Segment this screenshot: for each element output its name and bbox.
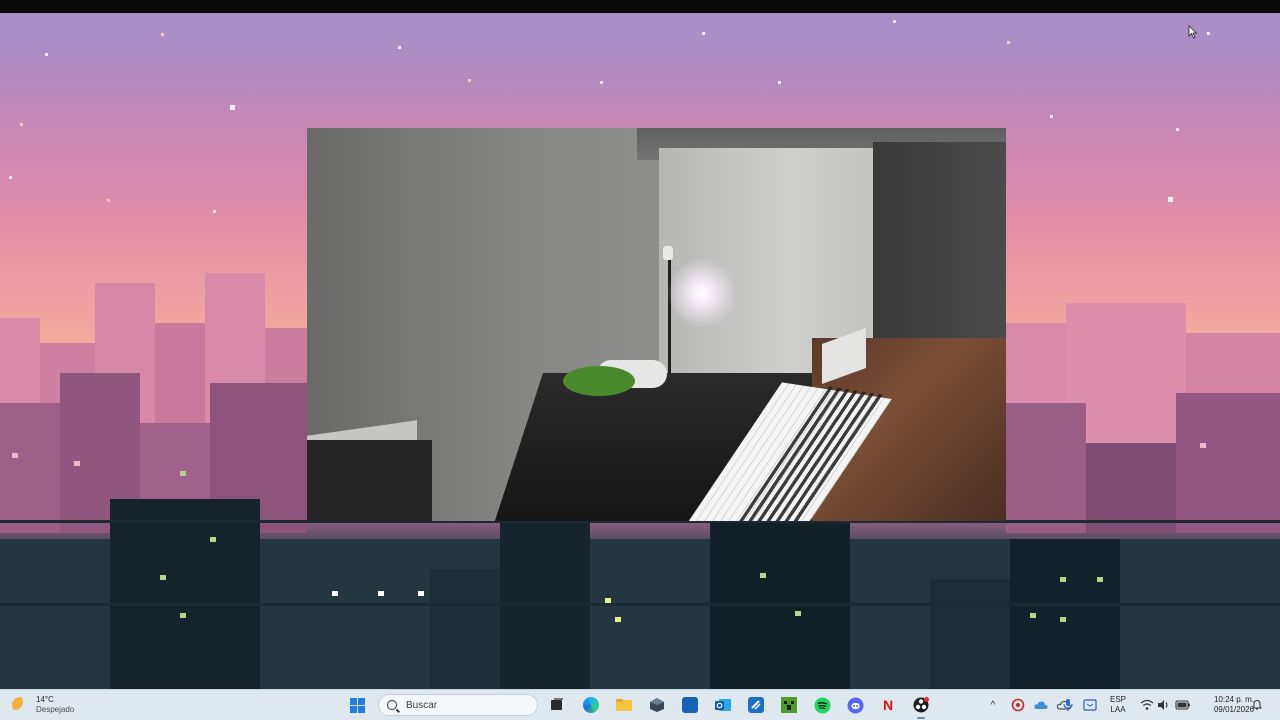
weather-text: 14°C Despejado (36, 695, 74, 715)
desktop-screen: 14°C Despejado Buscar N ^ ESP LAA 10:24 … (0, 0, 1280, 720)
wifi-icon[interactable] (1139, 697, 1155, 713)
weather-temperature: 14°C (36, 695, 54, 704)
star (161, 33, 164, 36)
star (1050, 115, 1053, 118)
star (778, 81, 781, 84)
tray-window-icon[interactable] (1082, 697, 1098, 713)
star (213, 210, 216, 213)
onedrive-cloud-icon[interactable] (1033, 697, 1049, 713)
star (1168, 197, 1173, 202)
volume-icon[interactable] (1156, 697, 1172, 713)
taskbar: 14°C Despejado Buscar N ^ ESP LAA 10:24 … (0, 689, 1280, 720)
task-view-icon[interactable] (547, 695, 567, 715)
show-hidden-icons-chevron[interactable]: ^ (986, 697, 1000, 713)
lamp-head (663, 246, 673, 260)
netflix-icon[interactable]: N (878, 695, 898, 715)
file-explorer-icon[interactable] (614, 695, 634, 715)
language-code: ESP (1109, 695, 1126, 704)
green-cushion (563, 366, 635, 396)
star (9, 176, 12, 179)
star (893, 20, 896, 23)
curtain (873, 142, 1006, 352)
search-box[interactable] (378, 694, 538, 716)
chevron-up-icon: ^ (990, 699, 996, 711)
obs-icon[interactable] (911, 695, 931, 715)
spotify-icon[interactable] (812, 695, 832, 715)
discord-icon[interactable] (845, 695, 865, 715)
windows-start-icon[interactable] (347, 695, 367, 715)
floor-lamp (668, 256, 671, 376)
lamp-glow (667, 258, 737, 328)
visual-studio-icon[interactable] (746, 695, 766, 715)
star (45, 53, 48, 56)
search-icon (387, 700, 397, 710)
clock-time: 10:24 p. m. (1213, 695, 1254, 704)
table-body (307, 440, 432, 521)
star (1007, 41, 1010, 44)
minecraft-icon[interactable] (779, 695, 799, 715)
weather-condition: Despejado (36, 705, 75, 714)
mouse-pointer-icon (1188, 25, 1198, 39)
microsoft-store-icon[interactable] (680, 695, 700, 715)
moon-icon (12, 697, 28, 713)
star (702, 32, 705, 35)
running-indicator (917, 717, 925, 719)
star (107, 199, 110, 202)
star (1176, 128, 1179, 131)
star (600, 81, 603, 84)
edge-icon[interactable] (581, 695, 601, 715)
star (230, 105, 235, 110)
notification-bell-icon[interactable] (1252, 699, 1262, 710)
language-indicator[interactable]: ESP LAA (1106, 695, 1130, 715)
webcam-view[interactable] (307, 128, 1006, 521)
weather-widget[interactable]: 14°C Despejado (12, 693, 74, 717)
star (1207, 32, 1210, 35)
clock-date: 09/01/2026 (1213, 705, 1254, 714)
clock[interactable]: 10:24 p. m. 09/01/2026 (1196, 695, 1254, 715)
app-cube-icon[interactable] (647, 695, 667, 715)
rail-line (0, 603, 1280, 606)
battery-icon[interactable] (1174, 697, 1192, 713)
star (468, 79, 471, 82)
netflix-letter: N (882, 697, 894, 713)
search-input[interactable] (406, 699, 526, 711)
tray-app-red-icon[interactable] (1010, 697, 1026, 713)
top-black-bar (0, 0, 1280, 13)
star (398, 46, 401, 49)
star (20, 123, 23, 126)
microphone-icon[interactable] (1058, 697, 1074, 713)
outlook-icon[interactable] (713, 695, 733, 715)
language-region: LAA (1110, 705, 1126, 714)
